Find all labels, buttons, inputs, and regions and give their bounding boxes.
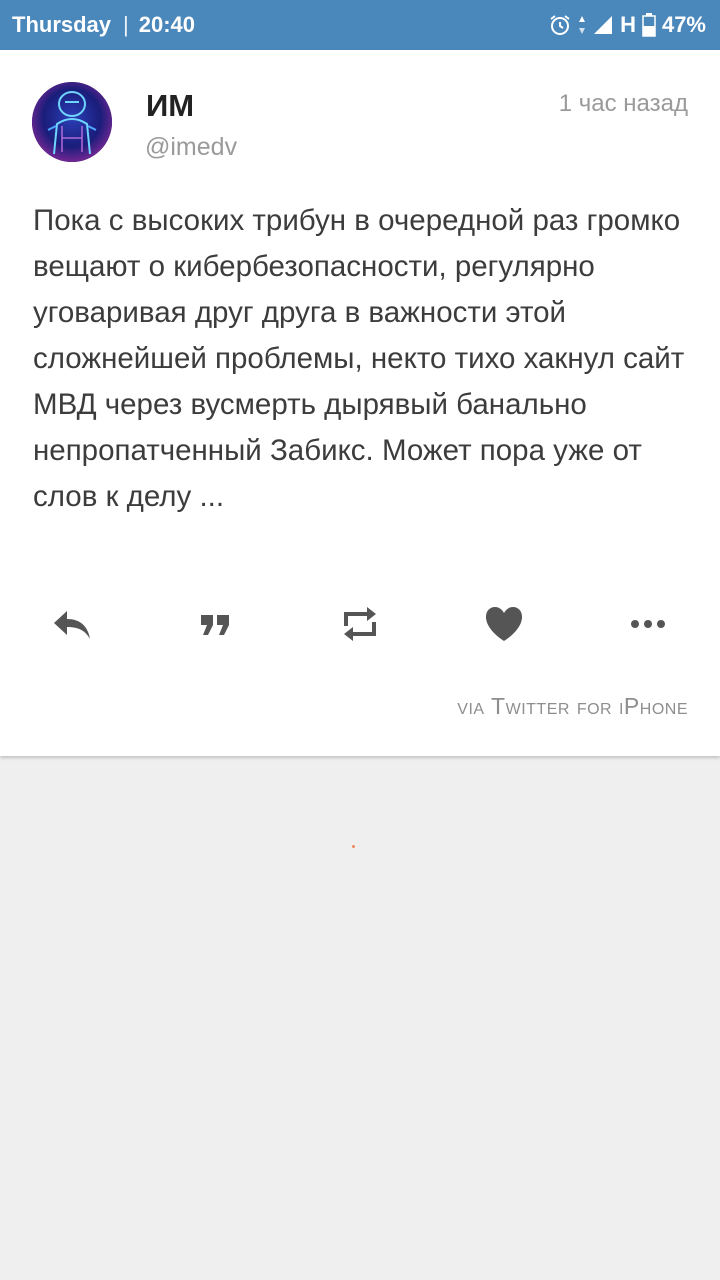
tweet-text: Пока с высоких трибун в очередной раз гр… — [33, 204, 685, 513]
status-left: Thursday | 20:40 — [12, 12, 195, 38]
reply-icon — [54, 611, 90, 639]
alarm-icon — [550, 15, 570, 35]
like-button[interactable] — [480, 600, 528, 648]
tweet-card: ИМ @imedv 1 час назад Пока с высоких три… — [0, 50, 720, 756]
more-icon — [631, 620, 665, 628]
stray-dot — [352, 845, 355, 848]
tweet-actions — [0, 600, 720, 648]
more-button[interactable] — [624, 600, 672, 648]
status-bar: Thursday | 20:40 H 47% — [0, 0, 720, 50]
user-name[interactable]: ИМ — [146, 88, 194, 124]
quote-button[interactable] — [192, 600, 240, 648]
retweet-icon — [344, 607, 376, 641]
network-type: H — [620, 12, 636, 37]
user-handle[interactable]: @imedv — [145, 133, 237, 162]
data-arrows-icon — [579, 16, 586, 34]
tweet-source: via Twitter for iPhone — [457, 693, 688, 719]
status-separator: | — [123, 12, 129, 37]
reply-button[interactable] — [48, 600, 96, 648]
retweet-button[interactable] — [336, 600, 384, 648]
tweet-time: 1 час назад — [558, 90, 688, 117]
status-time: 20:40 — [138, 12, 196, 37]
battery-icon — [642, 13, 656, 37]
avatar[interactable] — [32, 82, 112, 162]
heart-icon — [485, 607, 523, 641]
quote-icon — [201, 615, 229, 635]
battery-percent: 47% — [661, 12, 706, 37]
status-day: Thursday — [12, 12, 112, 37]
status-icons: H 47% — [548, 12, 706, 38]
signal-icon — [594, 16, 613, 34]
